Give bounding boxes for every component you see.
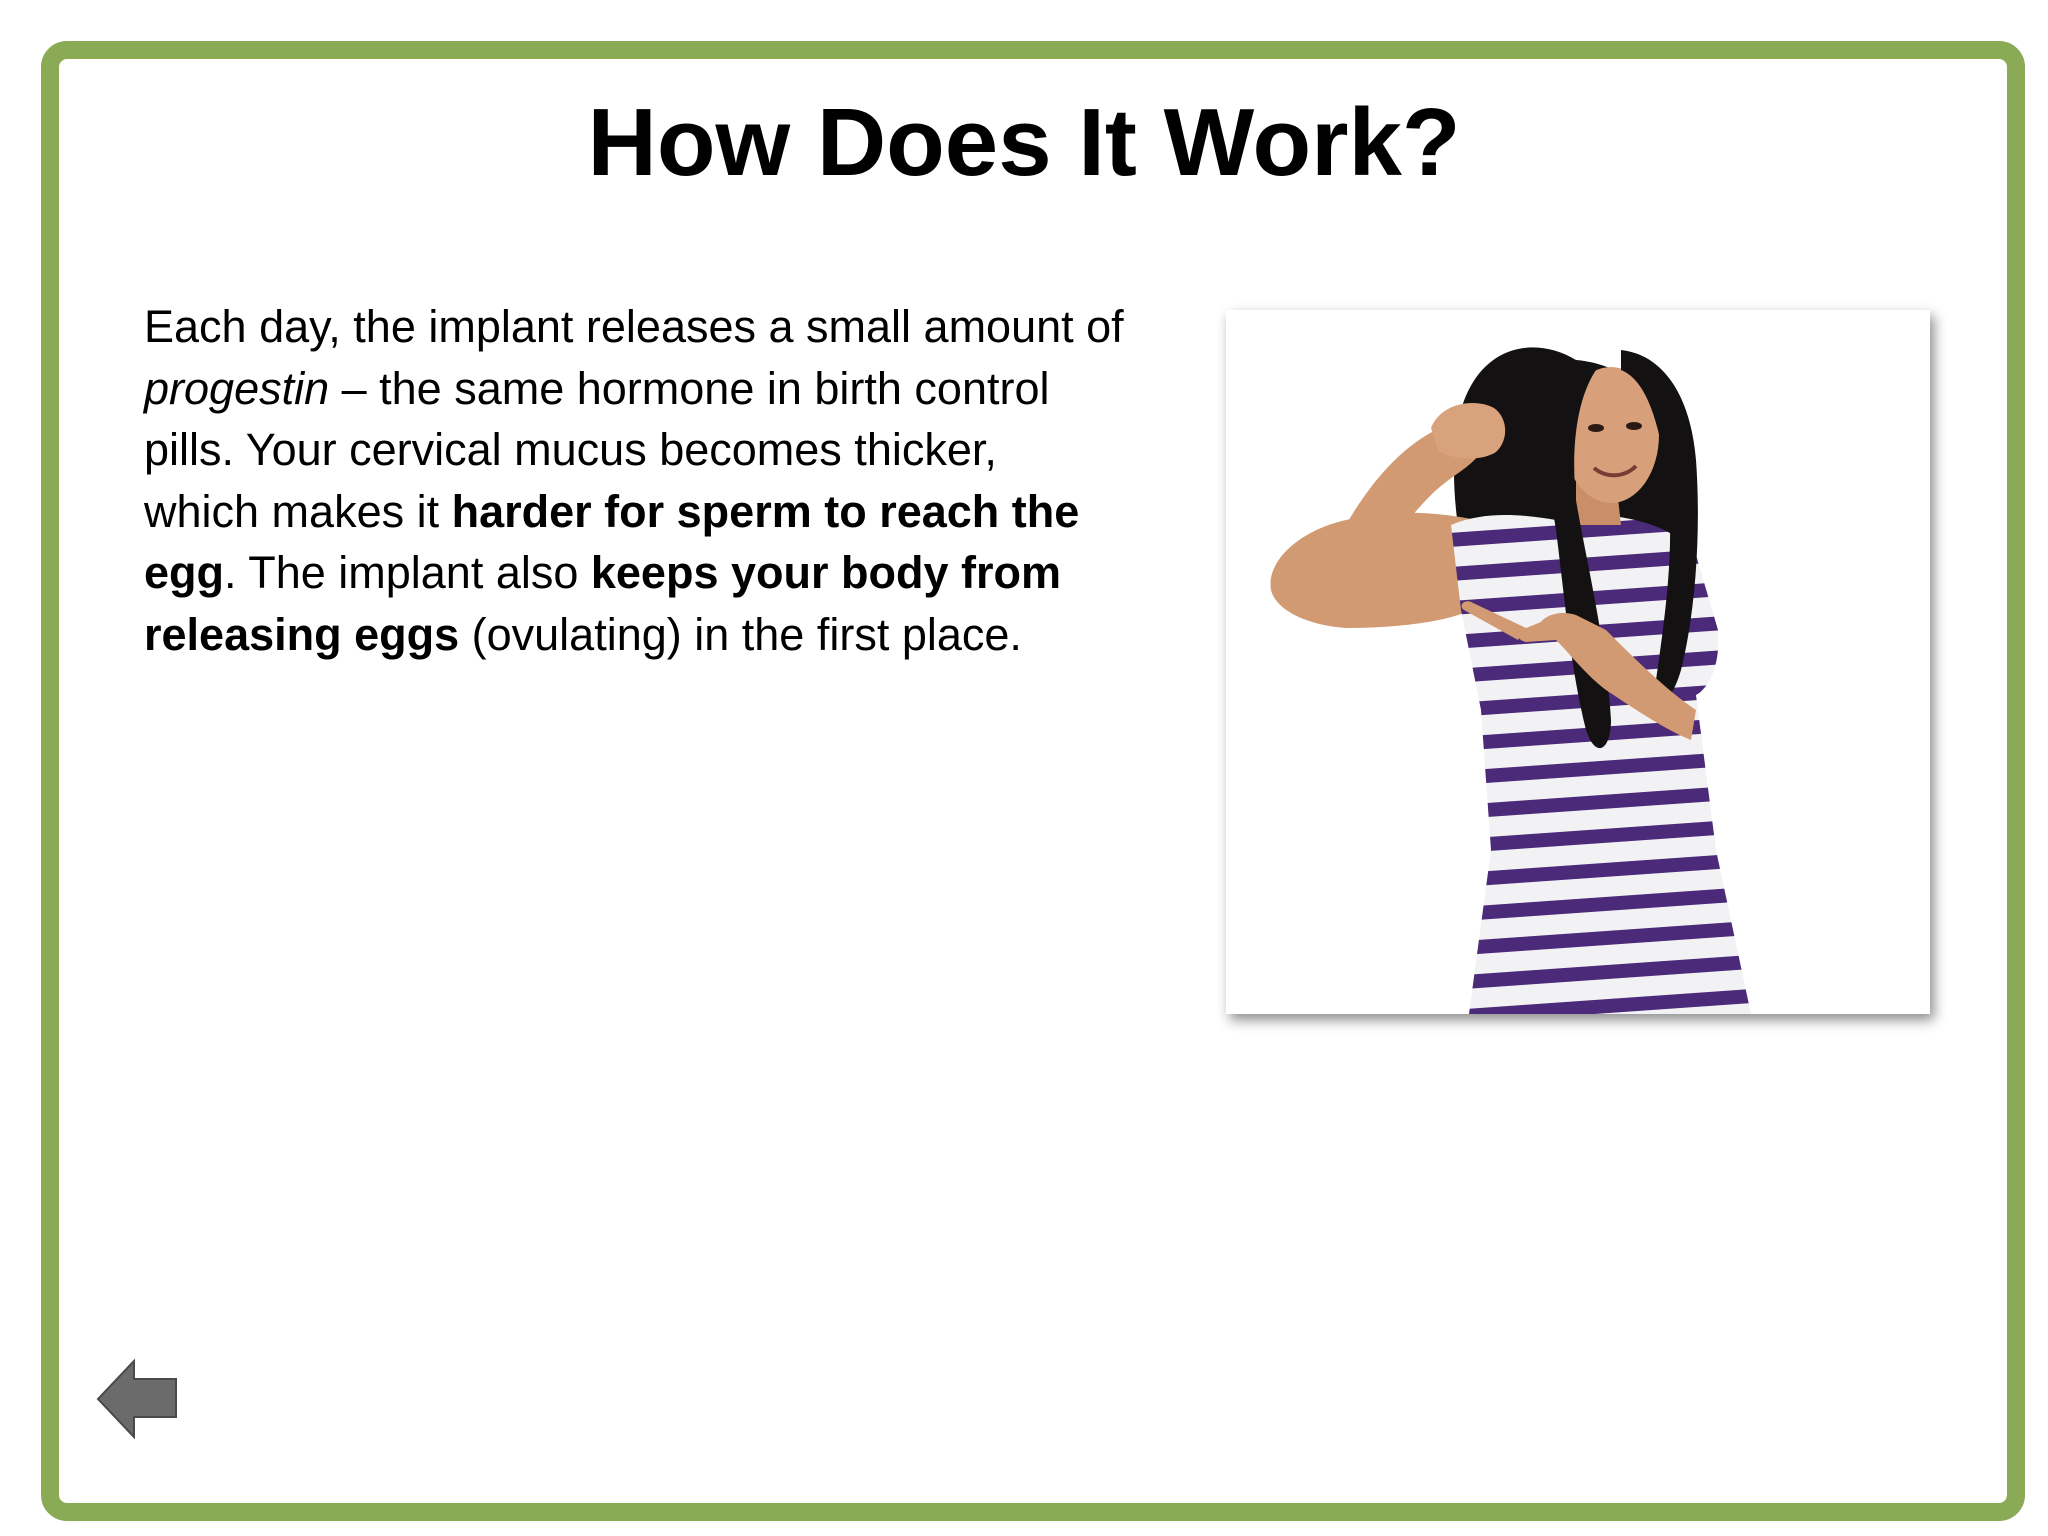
paragraph-text: Each day, the implant releases a small a… [144, 301, 1124, 352]
woman-illustration [1226, 310, 1930, 1014]
paragraph-text: . The implant also [224, 547, 591, 598]
paragraph-italic-term: progestin [144, 362, 330, 414]
page-title: How Does It Work? [587, 89, 1461, 196]
paragraph-text: (ovulating) in the first place. [459, 608, 1022, 660]
left-arrow-icon [96, 1358, 177, 1440]
body-paragraph: Each day, the implant releases a small a… [144, 296, 1124, 665]
woman-flexing-photo [1226, 310, 1930, 1014]
back-button[interactable] [96, 1357, 180, 1441]
